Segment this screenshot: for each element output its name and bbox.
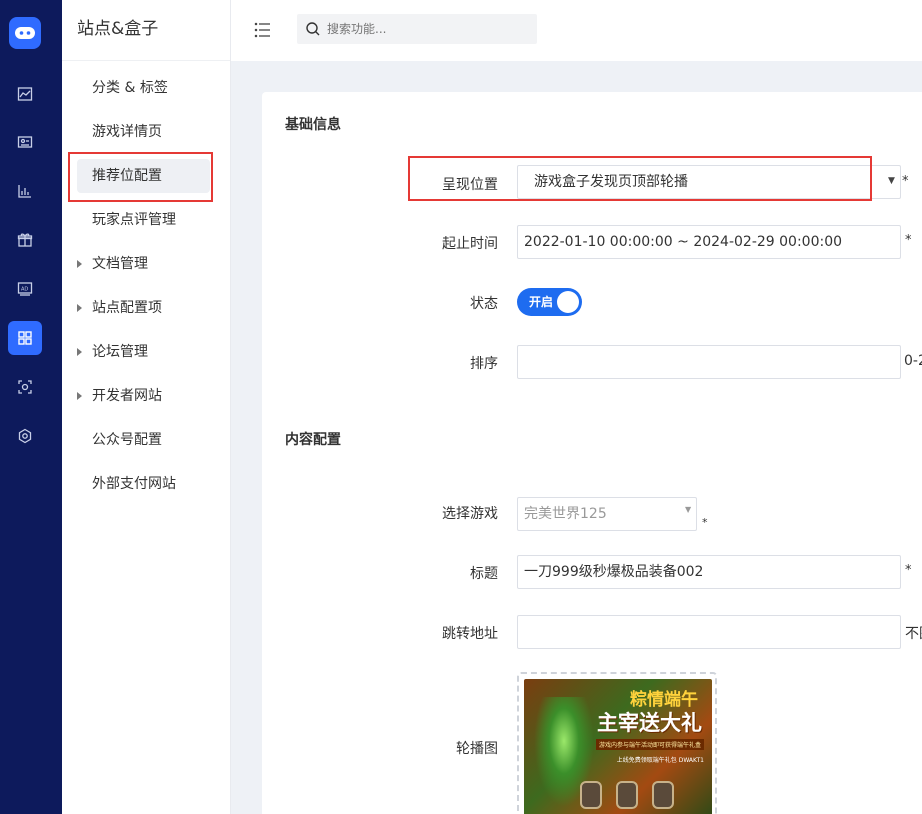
carousel-label: 轮播图	[456, 741, 498, 757]
time-range-picker[interactable]: 2022-01-10 00:00:00 ~ 2024-02-29 00:00:0…	[517, 225, 901, 259]
section-title-basic: 基础信息	[285, 117, 341, 133]
chevron-down-icon[interactable]: ▼	[888, 176, 895, 186]
sidebar-item-site-config[interactable]: 站点配置项	[77, 291, 210, 325]
game-label: 选择游戏	[442, 506, 498, 522]
sidebar-item-game-detail[interactable]: 游戏详情页	[77, 115, 210, 149]
settings-hex-icon[interactable]	[8, 419, 42, 453]
gift-item-icon	[616, 781, 638, 809]
gift-item-icon	[580, 781, 602, 809]
sort-input[interactable]	[517, 345, 901, 379]
carousel-upload[interactable]: 粽情端午 主宰送大礼 游戏内参与端午活动即可获得端午礼盒 上线免费领取端午礼包 …	[517, 672, 717, 814]
sidebar-item-forum[interactable]: 论坛管理	[77, 335, 210, 369]
sort-label: 排序	[470, 356, 498, 372]
app-logo-icon[interactable]	[9, 17, 41, 49]
grid-apps-icon[interactable]	[8, 321, 42, 355]
id-card-icon[interactable]	[8, 125, 42, 159]
status-toggle-text: 开启	[529, 295, 554, 309]
ad-board-icon[interactable]: AD	[8, 272, 42, 306]
jump-url-input[interactable]	[517, 615, 901, 649]
chart-line-icon[interactable]	[8, 77, 42, 111]
sidebar-item-developer-site[interactable]: 开发者网站	[77, 379, 210, 413]
time-range-label: 起止时间	[442, 236, 498, 252]
sidebar-item-external-payment[interactable]: 外部支付网站	[77, 467, 210, 501]
carousel-image: 粽情端午 主宰送大礼 游戏内参与端午活动即可获得端午礼盒 上线免费领取端午礼包 …	[524, 679, 712, 814]
sidebar-item-label: 站点配置项	[92, 300, 162, 316]
menu-toggle-icon[interactable]	[253, 20, 273, 40]
required-mark: *	[905, 563, 912, 578]
gift-item-icon	[652, 781, 674, 809]
sidebar-item-label: 文档管理	[92, 256, 148, 272]
banner-caption: 游戏内参与端午活动即可获得端午礼盒	[595, 739, 704, 750]
title-input[interactable]: 一刀999级秒爆极品装备002	[517, 555, 901, 589]
banner-subtitle: 主宰送大礼	[597, 710, 702, 735]
topbar	[231, 0, 922, 61]
sidebar-item-label: 论坛管理	[92, 344, 148, 360]
chevron-down-icon[interactable]: ▼	[685, 505, 691, 514]
jump-url-label: 跳转地址	[442, 626, 498, 642]
caret-right-icon	[77, 304, 82, 312]
required-mark: *	[702, 516, 708, 529]
search-box	[297, 14, 537, 44]
game-select[interactable]: 完美世界125	[517, 497, 697, 531]
sidebar-item-wechat-config[interactable]: 公众号配置	[77, 423, 210, 457]
app-rail: AD	[0, 0, 62, 814]
toggle-knob	[557, 291, 579, 313]
form-card: 基础信息 呈现位置 游戏盒子发现页顶部轮播 ▼ * 起止时间 2022-01-1…	[262, 92, 922, 814]
status-toggle[interactable]: 开启	[517, 288, 582, 316]
search-icon	[305, 21, 321, 41]
search-input[interactable]	[327, 14, 527, 44]
position-select[interactable]: 游戏盒子发现页顶部轮播	[517, 165, 901, 199]
jump-url-hint: 不图	[905, 626, 922, 642]
caret-right-icon	[77, 392, 82, 400]
sidebar-item-label: 开发者网站	[92, 388, 162, 404]
sidebar-title: 站点&盒子	[62, 0, 230, 61]
status-label: 状态	[470, 296, 498, 312]
svg-text:AD: AD	[21, 287, 28, 293]
banner-code: 上线免费领取端午礼包 DWAKT1	[616, 757, 704, 764]
title-label: 标题	[470, 566, 498, 582]
sidebar-item-recommend-config[interactable]: 推荐位配置	[77, 159, 210, 193]
caret-right-icon	[77, 348, 82, 356]
sidebar-item-docs[interactable]: 文档管理	[77, 247, 210, 281]
gift-icon[interactable]	[8, 223, 42, 257]
position-label: 呈现位置	[442, 177, 498, 193]
required-mark: *	[905, 233, 912, 248]
required-mark: *	[902, 174, 909, 189]
sub-sidebar: 站点&盒子 分类 & 标签 游戏详情页 推荐位配置 玩家点评管理 文档管理 站点…	[62, 0, 231, 814]
caret-right-icon	[77, 260, 82, 268]
scan-icon[interactable]	[8, 370, 42, 404]
sidebar-item-category-tags[interactable]: 分类 & 标签	[77, 71, 210, 105]
bar-chart-icon[interactable]	[8, 174, 42, 208]
sort-hint: 0-2	[904, 353, 922, 369]
sidebar-item-player-reviews[interactable]: 玩家点评管理	[77, 203, 210, 237]
section-title-content: 内容配置	[285, 432, 341, 448]
